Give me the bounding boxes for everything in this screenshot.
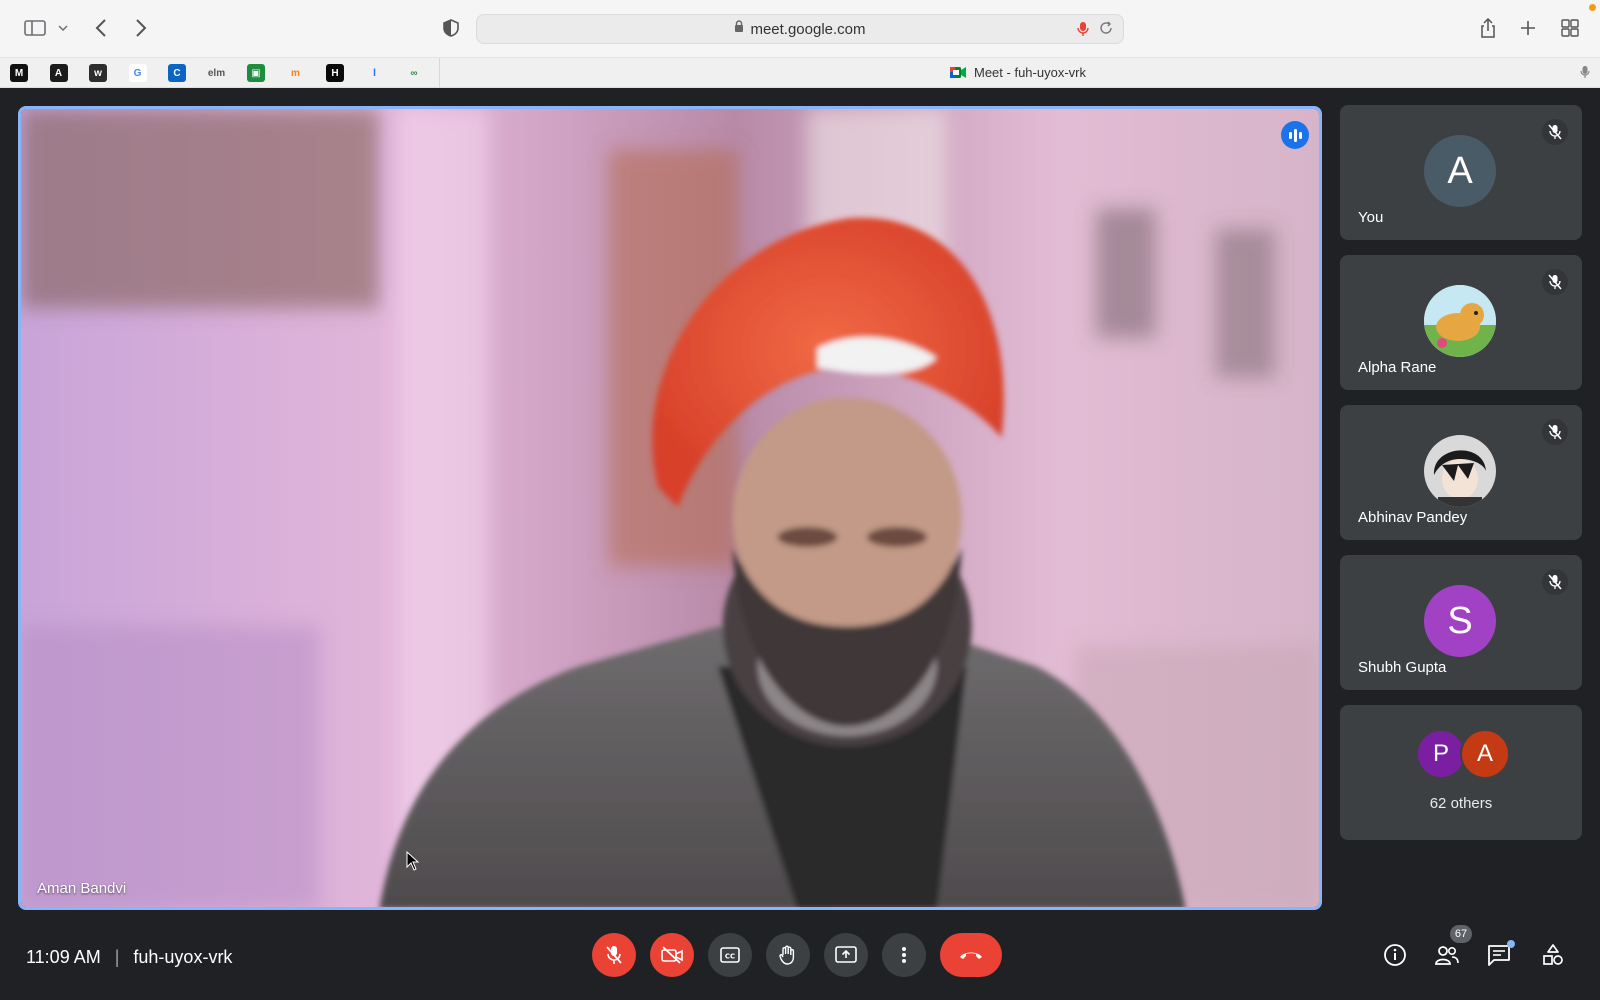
svg-text:CC: CC [725, 953, 735, 961]
people-button[interactable] [1432, 940, 1462, 970]
active-tab[interactable]: Meet - fuh-uyox-vrk [950, 65, 1086, 80]
people-icon [1435, 946, 1459, 965]
avatar: S [1424, 585, 1496, 657]
participant-name: Alpha Rane [1358, 359, 1437, 376]
activities-icon [1543, 944, 1563, 965]
more-options-button[interactable] [882, 933, 926, 977]
lock-icon [734, 20, 744, 38]
avatar [1424, 285, 1496, 357]
avatar: A [1460, 729, 1510, 779]
camera-off-icon [661, 946, 683, 964]
others-avatar-group: P A [1416, 729, 1510, 779]
info-icon [1384, 944, 1406, 966]
others-count-label: 62 others [1429, 795, 1493, 812]
meeting-info: 11:09 AM | fuh-uyox-vrk [26, 947, 232, 968]
leave-call-button[interactable] [940, 933, 1002, 977]
forward-icon[interactable] [130, 12, 152, 44]
favorites-bar: M Aw G Celm ▣ m Hl ∞ Meet - fuh-uyox-vrk [0, 58, 1600, 88]
participant-tile-abhinav-pandey[interactable]: Abhinav Pandey [1340, 405, 1582, 540]
share-icon[interactable] [1476, 12, 1500, 44]
hand-icon [779, 945, 795, 965]
raise-hand-button[interactable] [766, 933, 810, 977]
avatar: A [1424, 135, 1496, 207]
participant-tile-alpha-rane[interactable]: Alpha Rane [1340, 255, 1582, 390]
mic-off-icon [1542, 119, 1568, 145]
divider: | [114, 947, 120, 967]
speaker-video [21, 109, 1319, 907]
url-text: meet.google.com [750, 20, 866, 38]
hackerrank-icon[interactable]: H [326, 64, 344, 82]
back-icon[interactable] [90, 12, 112, 44]
mic-toggle-button[interactable] [592, 933, 636, 977]
dog-illustration-icon [1424, 285, 1496, 357]
speaking-indicator-icon [1281, 121, 1309, 149]
privacy-shield-icon[interactable] [440, 12, 462, 44]
adobe-icon[interactable]: A [49, 64, 68, 82]
moodle-icon[interactable]: m [286, 64, 305, 82]
google-icon[interactable]: G [128, 64, 147, 82]
medium-icon[interactable]: M [10, 64, 28, 82]
mic-off-icon [1542, 419, 1568, 445]
main-speaker-tile[interactable]: Aman Bandvi [18, 106, 1322, 910]
activities-button[interactable] [1538, 940, 1568, 970]
mic-off-icon [1542, 269, 1568, 295]
chat-icon [1488, 945, 1510, 966]
meeting-stage: Aman Bandvi A You Alpha Rane Abhinav Pan… [0, 88, 1600, 1000]
sidebar-toggle-icon[interactable] [20, 12, 50, 44]
favorites-divider [439, 58, 440, 88]
l-icon[interactable]: l [365, 64, 384, 82]
meeting-code: fuh-uyox-vrk [133, 947, 233, 967]
avatar [1424, 435, 1496, 507]
chat-unread-dot [1507, 940, 1515, 948]
participant-name: Abhinav Pandey [1358, 509, 1468, 526]
elm-icon[interactable]: elm [207, 64, 226, 82]
participant-name: Shubh Gupta [1358, 659, 1447, 676]
microphone-icon[interactable] [1077, 21, 1089, 42]
mic-off-icon [1542, 569, 1568, 595]
browser-toolbar: meet.google.com [0, 0, 1600, 58]
mouse-cursor-icon [406, 850, 420, 876]
new-tab-icon[interactable] [1516, 12, 1540, 44]
tab-title: Meet - fuh-uyox-vrk [974, 65, 1086, 80]
camera-toggle-button[interactable] [650, 933, 694, 977]
avatar: P [1416, 729, 1466, 779]
google-meet-icon [950, 67, 966, 78]
reload-icon[interactable] [1099, 21, 1113, 40]
meeting-details-button[interactable] [1380, 940, 1410, 970]
hang-up-icon [960, 952, 982, 959]
participant-count-badge: 67 [1450, 925, 1472, 943]
chevron-down-icon[interactable] [56, 12, 70, 44]
tab-microphone-icon [1580, 65, 1590, 84]
meeting-time: 11:09 AM [26, 947, 101, 967]
main-speaker-name: Aman Bandvi [37, 880, 127, 897]
participant-name: You [1358, 209, 1384, 226]
notification-dot [1589, 4, 1596, 11]
captions-button[interactable]: CC [708, 933, 752, 977]
address-bar[interactable]: meet.google.com [476, 14, 1124, 44]
tab-overview-icon[interactable] [1558, 12, 1582, 44]
classroom-icon[interactable]: ▣ [247, 64, 265, 82]
gfg-icon[interactable]: ∞ [405, 64, 423, 82]
participant-tile-you[interactable]: A You [1340, 105, 1582, 240]
closed-captions-icon: CC [720, 947, 740, 963]
c-icon[interactable]: C [168, 64, 186, 82]
present-screen-button[interactable] [824, 933, 868, 977]
wix-icon[interactable]: w [89, 64, 107, 82]
participant-tile-shubh-gupta[interactable]: S Shubh Gupta [1340, 555, 1582, 690]
others-tile[interactable]: P A 62 others [1340, 705, 1582, 840]
anime-character-icon [1424, 435, 1496, 507]
mic-off-icon [606, 946, 622, 964]
present-icon [835, 946, 857, 963]
more-vertical-icon [902, 947, 906, 963]
